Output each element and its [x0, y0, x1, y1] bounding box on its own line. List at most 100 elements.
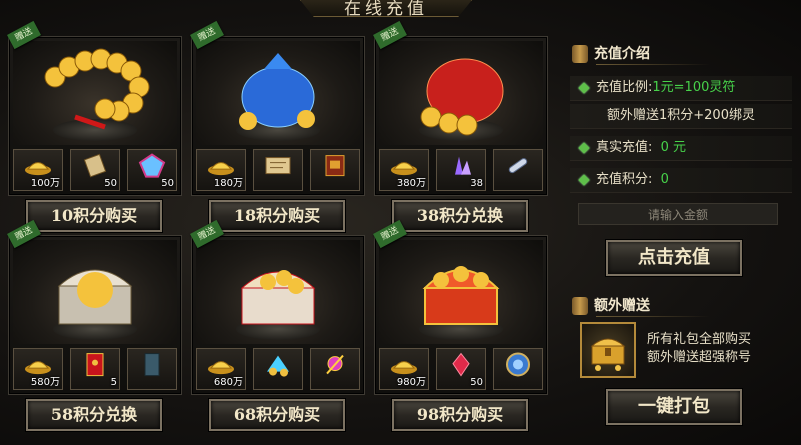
buy-button[interactable]: 38积分兑换 [392, 200, 528, 232]
diamond-bullet-icon [578, 81, 590, 94]
rolled-scroll-icon [504, 153, 532, 183]
scroll-icon [572, 297, 588, 315]
pack-scene [13, 240, 177, 344]
item-count: 50 [104, 178, 117, 189]
extra-gift-row: 额外赠送1积分+200绑灵 [570, 104, 792, 129]
pack-card: 赠送 180万 [190, 20, 365, 196]
item-slot[interactable]: 50 [436, 348, 486, 390]
item-slot[interactable]: 100万 [13, 149, 63, 191]
item-count: 980万 [396, 377, 426, 388]
pack-scene [196, 41, 360, 145]
recharge-button[interactable]: 点击充值 [606, 240, 742, 276]
buy-button[interactable]: 10积分购买 [26, 200, 162, 232]
item-count: 180万 [213, 178, 243, 189]
blue-bag-art [218, 47, 338, 141]
real-recharge-label: 真实充值: [596, 140, 653, 155]
recharge-intro-title: 充值介绍 [594, 46, 650, 62]
item-slot[interactable] [127, 348, 177, 390]
buy-button[interactable]: 68积分购买 [209, 399, 345, 431]
red-chest-art [401, 246, 521, 340]
pack-card: 赠送 680万 [190, 219, 365, 395]
recharge-points-label: 充值积分: [596, 172, 653, 187]
bonus-header: 额外赠送 [572, 295, 710, 317]
item-slots: 580万 5 [13, 348, 177, 390]
item-slots: 100万 50 50 [13, 149, 177, 191]
gift-pack: 赠送 680万 68积分购买 [190, 219, 365, 433]
gift-pack: 赠送 580万 5 58积分兑换 [7, 219, 182, 433]
ratio-value: 1元=100灵符 [652, 80, 736, 95]
bonus-description: 所有礼包全部购买 额外赠送超强称号 [647, 331, 751, 367]
recharge-points-row: 充值积分: 0 [570, 168, 792, 193]
item-count: 380万 [396, 178, 426, 189]
real-recharge-row: 真实充值: 0 元 [570, 136, 792, 161]
map-scroll-icon [263, 153, 293, 183]
buy-button[interactable]: 58积分兑换 [26, 399, 162, 431]
real-recharge-value: 0 元 [660, 140, 687, 155]
pack-card: 赠送 980万 50 [373, 219, 548, 395]
gift-pack: 赠送 380万 38 38积分兑换 [373, 20, 548, 234]
silver-chest-art [35, 246, 155, 340]
item-slot[interactable]: 380万 [379, 149, 429, 191]
pack-scene [13, 41, 177, 145]
gift-pack: 赠送 980万 50 98积分购买 [373, 219, 548, 433]
item-slot[interactable]: 38 [436, 149, 486, 191]
gold-chest-art [218, 246, 338, 340]
diamond-pile-icon [263, 352, 293, 382]
window-title: 在线充值 [344, 0, 428, 19]
item-count: 680万 [213, 377, 243, 388]
buy-button[interactable]: 98积分购买 [392, 399, 528, 431]
item-slot[interactable] [493, 348, 543, 390]
diamond-bullet-icon [578, 173, 590, 186]
item-count: 50 [470, 377, 483, 388]
title-bar: 在线充值 [300, 0, 472, 17]
pink-charm-icon [321, 352, 349, 382]
item-count: 50 [161, 178, 174, 189]
extra-gift-text: 额外赠送1积分+200绑灵 [607, 108, 755, 123]
item-slots: 680万 [196, 348, 360, 390]
item-count: 5 [110, 377, 117, 388]
item-slot[interactable]: 5 [70, 348, 120, 390]
scroll-icon [572, 45, 588, 63]
recharge-ratio-row: 充值比例:1元=100灵符 [570, 76, 792, 101]
item-count: 580万 [30, 377, 60, 388]
item-slot[interactable]: 180万 [196, 149, 246, 191]
buy-button[interactable]: 18积分购买 [209, 200, 345, 232]
red-envelope-icon [81, 352, 109, 382]
recharge-points-value: 0 [660, 172, 669, 187]
item-slots: 380万 38 [379, 149, 543, 191]
bonus-line-1: 所有礼包全部购买 [647, 332, 752, 347]
item-slots: 180万 [196, 149, 360, 191]
gold-coins-art [35, 47, 155, 141]
item-count: 100万 [30, 178, 60, 189]
blue-book-icon [138, 352, 166, 382]
gift-pack: 赠送 100万 50 50 10积分购买 [7, 20, 182, 234]
item-slot[interactable] [310, 149, 360, 191]
book-icon [321, 153, 349, 183]
pack-card: 赠送 580万 5 [7, 219, 182, 395]
bonus-title: 额外赠送 [594, 298, 650, 314]
amount-input[interactable]: 请输入金额 [578, 203, 778, 225]
item-slot[interactable]: 50 [127, 149, 177, 191]
item-slots: 980万 50 [379, 348, 543, 390]
golden-chest-icon [580, 322, 636, 378]
pack-card: 赠送 380万 38 [373, 20, 548, 196]
red-bag-art [401, 47, 521, 141]
pack-scene [379, 41, 543, 145]
ratio-label: 充值比例: [596, 80, 653, 95]
item-count: 38 [470, 178, 483, 189]
item-slot[interactable] [253, 348, 303, 390]
pack-card: 赠送 100万 50 50 [7, 20, 182, 196]
gift-pack: 赠送 180万 18积分购买 [190, 20, 365, 234]
item-slot[interactable] [310, 348, 360, 390]
item-slot[interactable]: 680万 [196, 348, 246, 390]
pack-scene [379, 240, 543, 344]
item-slot[interactable] [253, 149, 303, 191]
pack-all-button[interactable]: 一键打包 [606, 389, 742, 425]
bonus-line-2: 额外赠送超强称号 [647, 350, 752, 365]
item-slot[interactable]: 980万 [379, 348, 429, 390]
item-slot[interactable]: 580万 [13, 348, 63, 390]
diamond-bullet-icon [578, 141, 590, 154]
item-slot[interactable] [493, 149, 543, 191]
item-slot[interactable]: 50 [70, 149, 120, 191]
blue-orb-icon [503, 350, 533, 382]
